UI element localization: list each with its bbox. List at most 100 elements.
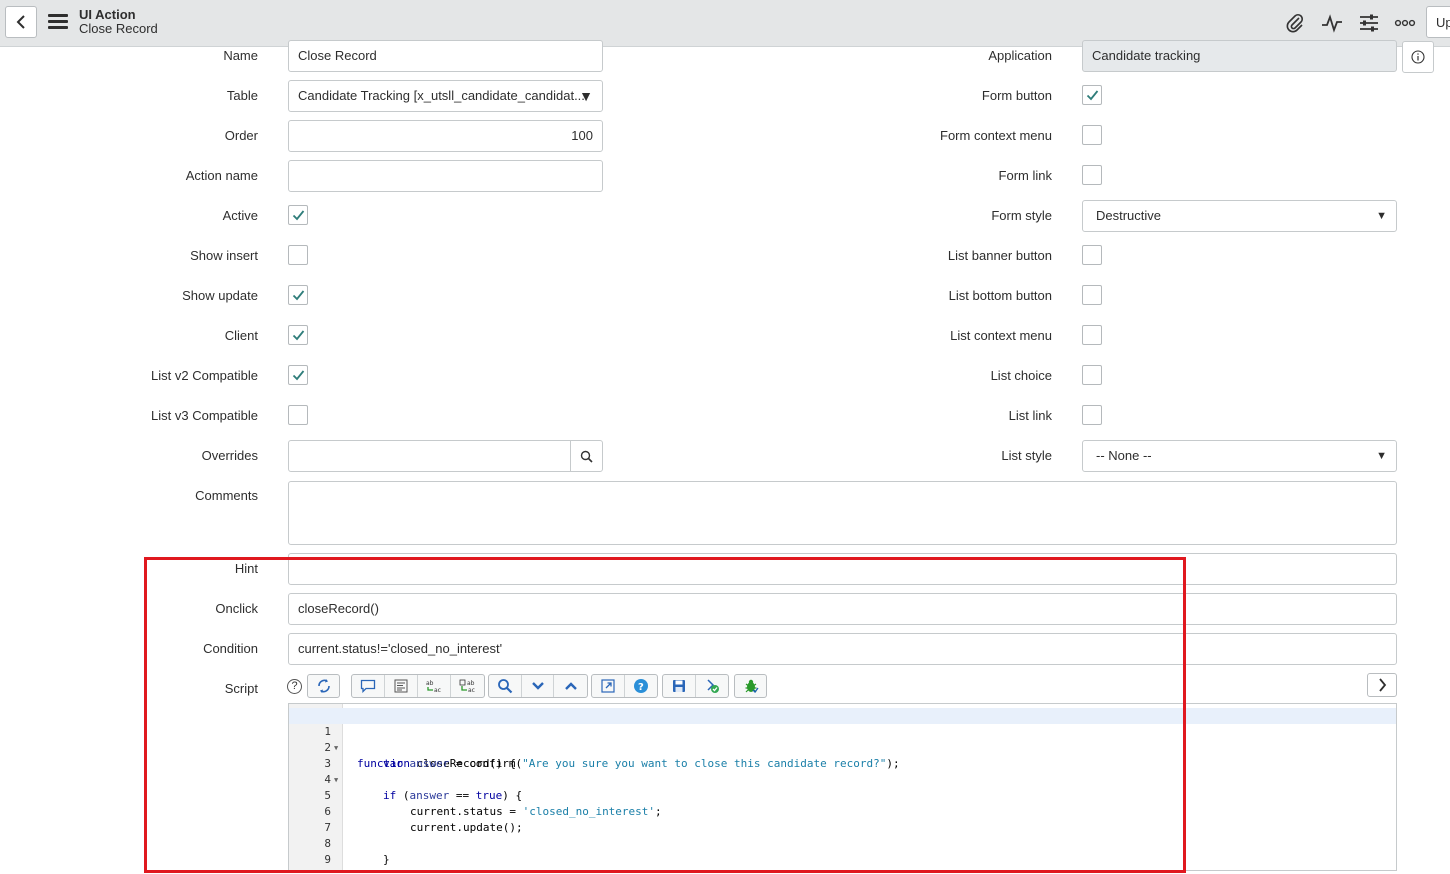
info-icon bbox=[1411, 50, 1425, 64]
form-context-menu-checkbox[interactable] bbox=[1082, 125, 1102, 145]
condition-input[interactable]: current.status!='closed_no_interest' bbox=[288, 633, 1397, 665]
find-previous-button[interactable] bbox=[554, 675, 587, 697]
show-update-label: Show update bbox=[182, 288, 258, 303]
checkmark-icon bbox=[292, 370, 305, 381]
script-label: Script bbox=[224, 681, 258, 696]
dropdown-arrow-icon: ▼ bbox=[1376, 450, 1387, 462]
application-input: Candidate tracking bbox=[1082, 40, 1397, 72]
more-options-icon[interactable] bbox=[1393, 11, 1417, 35]
list-v3-checkbox[interactable] bbox=[288, 405, 308, 425]
client-checkbox[interactable] bbox=[288, 325, 308, 345]
hamburger-menu-icon[interactable] bbox=[48, 14, 68, 30]
toolbar-group-format: ab ac ab ac bbox=[351, 674, 485, 698]
svg-text:ab: ab bbox=[426, 680, 434, 687]
code-line: 10 } bbox=[289, 852, 1396, 870]
hint-label: Hint bbox=[234, 561, 258, 576]
help-icon: ? bbox=[633, 679, 648, 693]
overrides-label: Overrides bbox=[201, 448, 258, 463]
list-style-select[interactable]: -- None -- ▼ bbox=[1082, 440, 1397, 472]
format-code-button[interactable] bbox=[385, 675, 418, 697]
list-v2-label: List v2 Compatible bbox=[151, 368, 258, 383]
sliders-icon[interactable] bbox=[1357, 11, 1381, 35]
script-check-icon bbox=[707, 679, 719, 693]
activity-pulse-icon[interactable] bbox=[1320, 11, 1344, 35]
hint-input[interactable] bbox=[288, 553, 1397, 585]
form-link-label: Form link bbox=[998, 168, 1052, 183]
search-icon bbox=[580, 450, 593, 463]
save-script-button[interactable] bbox=[663, 675, 696, 697]
list-v2-checkbox[interactable] bbox=[288, 365, 308, 385]
script-help-icon[interactable]: ? bbox=[287, 679, 302, 694]
onclick-input[interactable]: closeRecord() bbox=[288, 593, 1397, 625]
comment-selected-button[interactable] bbox=[352, 675, 385, 697]
show-update-checkbox[interactable] bbox=[288, 285, 308, 305]
script-debugger-button[interactable] bbox=[735, 675, 766, 697]
application-label: Application bbox=[988, 48, 1052, 63]
search-code-button[interactable] bbox=[489, 675, 522, 697]
toggle-script-debug-button[interactable] bbox=[696, 675, 729, 697]
record-name-subtitle: Close Record bbox=[79, 21, 158, 36]
table-select[interactable]: Candidate Tracking [x_utsll_candidate_ca… bbox=[288, 80, 603, 112]
active-checkbox[interactable] bbox=[288, 205, 308, 225]
form-style-select[interactable]: Destructive ▼ bbox=[1082, 200, 1397, 232]
replace-all-button[interactable]: ab ac bbox=[451, 675, 484, 697]
list-v3-label: List v3 Compatible bbox=[151, 408, 258, 423]
chevron-down-icon bbox=[531, 682, 544, 690]
action-name-input[interactable] bbox=[288, 160, 603, 192]
application-info-button[interactable] bbox=[1402, 41, 1434, 73]
table-select-value: Candidate Tracking [x_utsll_candidate_ca… bbox=[298, 88, 585, 103]
expand-script-button[interactable] bbox=[1367, 673, 1397, 697]
search-icon bbox=[497, 679, 513, 694]
form-context-menu-label: Form context menu bbox=[940, 128, 1052, 143]
show-insert-label: Show insert bbox=[190, 248, 258, 263]
show-insert-checkbox[interactable] bbox=[288, 245, 308, 265]
list-bottom-button-checkbox[interactable] bbox=[1082, 285, 1102, 305]
form-button-label: Form button bbox=[981, 88, 1052, 103]
list-link-label: List link bbox=[1008, 408, 1052, 423]
form-style-label: Form style bbox=[991, 208, 1052, 223]
toolbar-group-search bbox=[488, 674, 588, 698]
onclick-label: Onclick bbox=[215, 601, 258, 616]
fullscreen-button[interactable] bbox=[592, 675, 625, 697]
save-icon bbox=[672, 680, 685, 692]
order-input[interactable]: 100 bbox=[288, 120, 603, 152]
paperclip-icon[interactable] bbox=[1283, 11, 1307, 35]
code-line: 1 ▼ function closeRecord() { bbox=[289, 708, 1396, 770]
overrides-lookup-button[interactable] bbox=[570, 440, 603, 472]
line-number: 10 bbox=[289, 868, 331, 870]
list-banner-button-checkbox[interactable] bbox=[1082, 245, 1102, 265]
chevron-left-icon bbox=[16, 15, 25, 29]
checkmark-icon bbox=[1086, 90, 1099, 101]
list-context-menu-checkbox[interactable] bbox=[1082, 325, 1102, 345]
action-name-label: Action name bbox=[185, 168, 258, 183]
back-button[interactable] bbox=[5, 6, 37, 38]
checkmark-icon bbox=[292, 290, 305, 301]
code-line: 8 } bbox=[289, 820, 1396, 866]
list-bottom-button-label: List bottom button bbox=[948, 288, 1052, 303]
checkmark-icon bbox=[292, 210, 305, 221]
name-input[interactable]: Close Record bbox=[288, 40, 603, 72]
checkmark-icon bbox=[292, 330, 305, 341]
toolbar-group-toggle bbox=[307, 674, 340, 698]
chevron-right-icon bbox=[1378, 678, 1386, 692]
toggle-syntax-editor-button[interactable] bbox=[308, 675, 339, 697]
script-editor[interactable]: 1 ▼ function closeRecord() { 2 var answe… bbox=[288, 703, 1397, 871]
help-button[interactable]: ? bbox=[625, 675, 658, 697]
list-link-checkbox[interactable] bbox=[1082, 405, 1102, 425]
list-choice-checkbox[interactable] bbox=[1082, 365, 1102, 385]
code-line: 4 bbox=[289, 756, 1396, 786]
list-style-label: List style bbox=[1001, 448, 1052, 463]
name-label: Name bbox=[223, 48, 258, 63]
refresh-icon bbox=[317, 679, 330, 693]
replace-button[interactable]: ab ac bbox=[418, 675, 451, 697]
form-link-checkbox[interactable] bbox=[1082, 165, 1102, 185]
form-button-checkbox[interactable] bbox=[1082, 85, 1102, 105]
replace-all-icon: abac bbox=[459, 679, 474, 693]
overrides-input[interactable] bbox=[288, 440, 571, 472]
update-button[interactable]: Up bbox=[1426, 6, 1450, 38]
comments-textarea[interactable] bbox=[288, 481, 1397, 545]
comments-label: Comments bbox=[195, 488, 258, 503]
list-choice-label: List choice bbox=[990, 368, 1052, 383]
form-style-value: Destructive bbox=[1096, 208, 1162, 223]
find-next-button[interactable] bbox=[522, 675, 555, 697]
